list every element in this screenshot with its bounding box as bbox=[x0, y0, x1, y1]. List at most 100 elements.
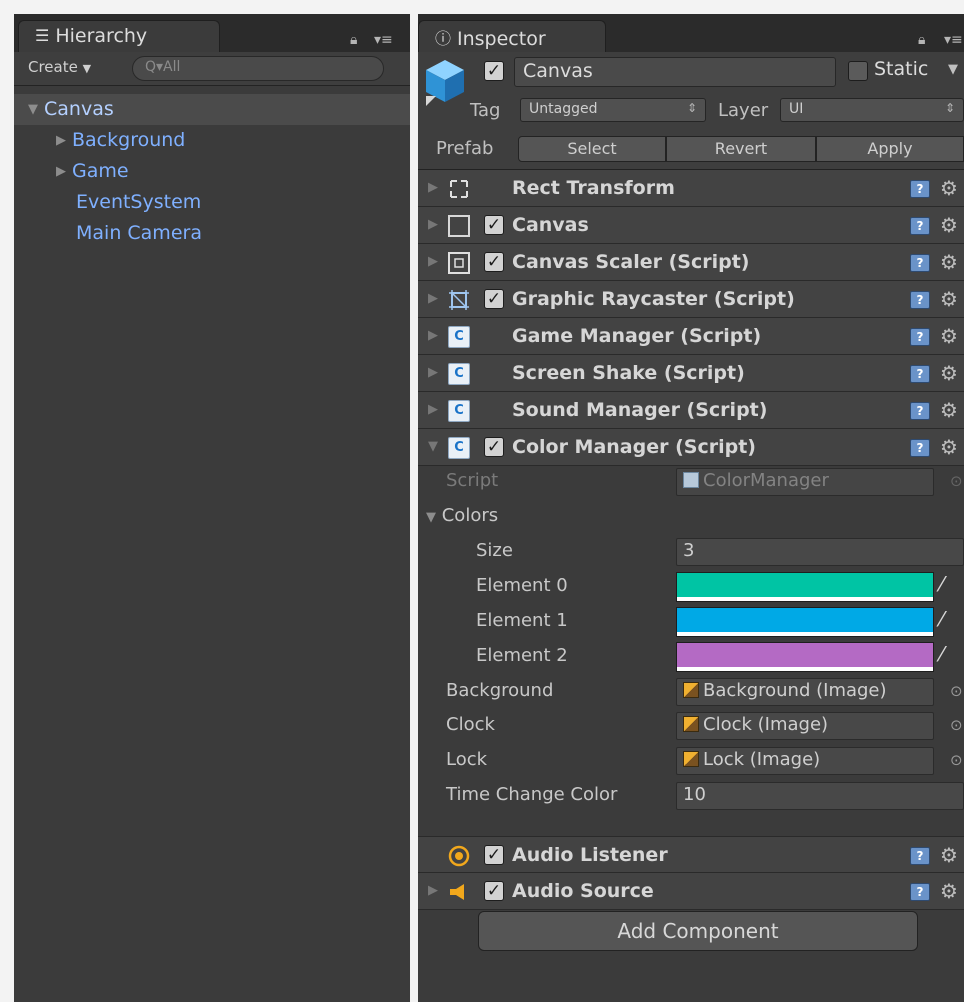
object-picker-icon[interactable]: ⊙ bbox=[950, 751, 963, 769]
collapse-arrow-icon[interactable]: ▶ bbox=[56, 156, 72, 187]
tree-item-game[interactable]: ▶ Game bbox=[14, 156, 410, 187]
component-audio-listener[interactable]: ✓ Audio Listener ? ⚙ bbox=[418, 836, 964, 873]
expand-arrow-icon[interactable]: ▼ bbox=[428, 429, 438, 465]
component-sound-manager[interactable]: ▶ C Sound Manager (Script) ? ⚙ bbox=[418, 392, 964, 429]
tab-inspector[interactable]: ⓘ Inspector bbox=[418, 20, 606, 52]
component-enabled-checkbox[interactable]: ✓ bbox=[484, 437, 504, 457]
element-1-color-swatch[interactable] bbox=[676, 607, 934, 637]
component-enabled-checkbox[interactable]: ✓ bbox=[484, 845, 504, 865]
element-0-color-swatch[interactable] bbox=[676, 572, 934, 602]
tree-item-eventsystem[interactable]: EventSystem bbox=[14, 187, 410, 218]
tree-item-canvas[interactable]: ▼ Canvas bbox=[14, 94, 410, 125]
prefab-revert-button[interactable]: Revert bbox=[666, 136, 816, 162]
gear-icon[interactable]: ⚙ bbox=[940, 355, 958, 391]
help-icon[interactable]: ? bbox=[910, 439, 930, 457]
collapse-arrow-icon[interactable]: ▶ bbox=[428, 355, 438, 391]
canvas-icon bbox=[448, 215, 470, 237]
layer-value: UI bbox=[789, 101, 804, 117]
object-name-field[interactable]: Canvas bbox=[514, 57, 836, 87]
object-picker-icon[interactable]: ⊙ bbox=[950, 682, 963, 700]
eyedropper-icon[interactable]: ⁄ bbox=[940, 642, 943, 666]
collapse-arrow-icon[interactable]: ▶ bbox=[428, 207, 438, 243]
static-checkbox[interactable] bbox=[848, 61, 868, 81]
lock-icon[interactable]: 🔒︎ bbox=[350, 32, 357, 48]
gameobject-header: ✓ Canvas Static ▼ Tag Untagged ⇕ Layer UI… bbox=[418, 52, 964, 170]
collapse-arrow-icon[interactable]: ▶ bbox=[428, 244, 438, 280]
tab-hierarchy[interactable]: ☰ Hierarchy bbox=[18, 20, 220, 52]
expand-arrow-icon[interactable]: ▼ bbox=[28, 94, 44, 125]
gear-icon[interactable]: ⚙ bbox=[940, 170, 958, 206]
tree-item-background[interactable]: ▶ Background bbox=[14, 125, 410, 156]
hierarchy-tree: ▼ Canvas ▶ Background ▶ Game EventSystem Ma… bbox=[14, 94, 410, 249]
component-enabled-checkbox[interactable]: ✓ bbox=[484, 881, 504, 901]
panel-menu-icon[interactable]: ▾≡ bbox=[374, 32, 393, 48]
create-dropdown[interactable]: Create ▼ bbox=[28, 58, 91, 76]
collapse-arrow-icon[interactable]: ▶ bbox=[56, 125, 72, 156]
expand-arrow-icon: ▼ bbox=[426, 510, 436, 525]
eyedropper-icon[interactable]: ⁄ bbox=[940, 572, 943, 596]
hierarchy-panel: ☰ Hierarchy 🔒︎ ▾≡ Create ▼ Q▾All ▼ Canvas … bbox=[14, 14, 410, 1002]
clock-object-field[interactable]: Clock (Image) bbox=[676, 712, 934, 740]
help-icon[interactable]: ? bbox=[910, 883, 930, 901]
gear-icon[interactable]: ⚙ bbox=[940, 281, 958, 317]
prefab-select-button[interactable]: Select bbox=[518, 136, 666, 162]
size-field[interactable]: 3 bbox=[676, 538, 964, 566]
component-screen-shake[interactable]: ▶ C Screen Shake (Script) ? ⚙ bbox=[418, 355, 964, 392]
help-icon[interactable]: ? bbox=[910, 254, 930, 272]
script-icon: C bbox=[448, 363, 470, 385]
colors-foldout[interactable]: ▼ Colors bbox=[426, 505, 498, 526]
collapse-arrow-icon[interactable]: ▶ bbox=[428, 281, 438, 317]
time-change-color-label: Time Change Color bbox=[446, 784, 618, 805]
gear-icon[interactable]: ⚙ bbox=[940, 244, 958, 280]
component-name: Graphic Raycaster (Script) bbox=[512, 288, 795, 310]
help-icon[interactable]: ? bbox=[910, 847, 930, 865]
add-component-button[interactable]: Add Component bbox=[478, 911, 918, 951]
hierarchy-search-input[interactable]: Q▾All bbox=[132, 56, 384, 81]
component-color-manager[interactable]: ▼ C ✓ Color Manager (Script) ? ⚙ bbox=[418, 429, 964, 466]
component-name: Sound Manager (Script) bbox=[512, 399, 768, 421]
chevron-down-icon: ▼ bbox=[82, 62, 92, 75]
time-change-color-field[interactable]: 10 bbox=[676, 782, 964, 810]
lock-icon[interactable]: 🔒︎ bbox=[918, 32, 925, 48]
tree-item-main-camera[interactable]: Main Camera bbox=[14, 218, 410, 249]
help-icon[interactable]: ? bbox=[910, 328, 930, 346]
gear-icon[interactable]: ⚙ bbox=[940, 207, 958, 243]
help-icon[interactable]: ? bbox=[910, 365, 930, 383]
gear-icon[interactable]: ⚙ bbox=[940, 318, 958, 354]
component-rect-transform[interactable]: ▶ Rect Transform ? ⚙ bbox=[418, 170, 964, 207]
component-game-manager[interactable]: ▶ C Game Manager (Script) ? ⚙ bbox=[418, 318, 964, 355]
clock-label: Clock bbox=[446, 714, 495, 735]
gear-icon[interactable]: ⚙ bbox=[940, 392, 958, 428]
prefab-apply-button[interactable]: Apply bbox=[816, 136, 964, 162]
component-enabled-checkbox[interactable]: ✓ bbox=[484, 289, 504, 309]
lock-object-field[interactable]: Lock (Image) bbox=[676, 747, 934, 775]
object-picker-icon[interactable]: ⊙ bbox=[950, 716, 963, 734]
tag-dropdown[interactable]: Untagged ⇕ bbox=[520, 98, 706, 122]
active-checkbox[interactable]: ✓ bbox=[484, 61, 504, 81]
component-enabled-checkbox[interactable]: ✓ bbox=[484, 215, 504, 235]
collapse-arrow-icon[interactable]: ▶ bbox=[428, 392, 438, 428]
collapse-arrow-icon[interactable]: ▶ bbox=[428, 318, 438, 354]
background-object-field[interactable]: Background (Image) bbox=[676, 678, 934, 706]
component-graphic-raycaster[interactable]: ▶ ✓ Graphic Raycaster (Script) ? ⚙ bbox=[418, 281, 964, 318]
gear-icon[interactable]: ⚙ bbox=[940, 429, 958, 465]
eyedropper-icon[interactable]: ⁄ bbox=[940, 607, 943, 631]
help-icon[interactable]: ? bbox=[910, 217, 930, 235]
component-canvas-scaler[interactable]: ▶ ✓ Canvas Scaler (Script) ? ⚙ bbox=[418, 244, 964, 281]
chevron-down-icon[interactable]: ▼ bbox=[948, 62, 958, 77]
help-icon[interactable]: ? bbox=[910, 291, 930, 309]
panel-menu-icon[interactable]: ▾≡ bbox=[944, 32, 963, 48]
help-icon[interactable]: ? bbox=[910, 402, 930, 420]
collapse-arrow-icon[interactable]: ▶ bbox=[428, 873, 438, 909]
collapse-arrow-icon[interactable]: ▶ bbox=[428, 170, 438, 206]
component-canvas[interactable]: ▶ ✓ Canvas ? ⚙ bbox=[418, 207, 964, 244]
gear-icon[interactable]: ⚙ bbox=[940, 837, 958, 873]
script-icon bbox=[683, 472, 699, 488]
help-icon[interactable]: ? bbox=[910, 180, 930, 198]
layer-dropdown[interactable]: UI ⇕ bbox=[780, 98, 964, 122]
component-audio-source[interactable]: ▶ ✓ Audio Source ? ⚙ bbox=[418, 873, 964, 910]
tree-item-label: EventSystem bbox=[76, 191, 202, 213]
gear-icon[interactable]: ⚙ bbox=[940, 873, 958, 909]
component-enabled-checkbox[interactable]: ✓ bbox=[484, 252, 504, 272]
element-2-color-swatch[interactable] bbox=[676, 642, 934, 672]
